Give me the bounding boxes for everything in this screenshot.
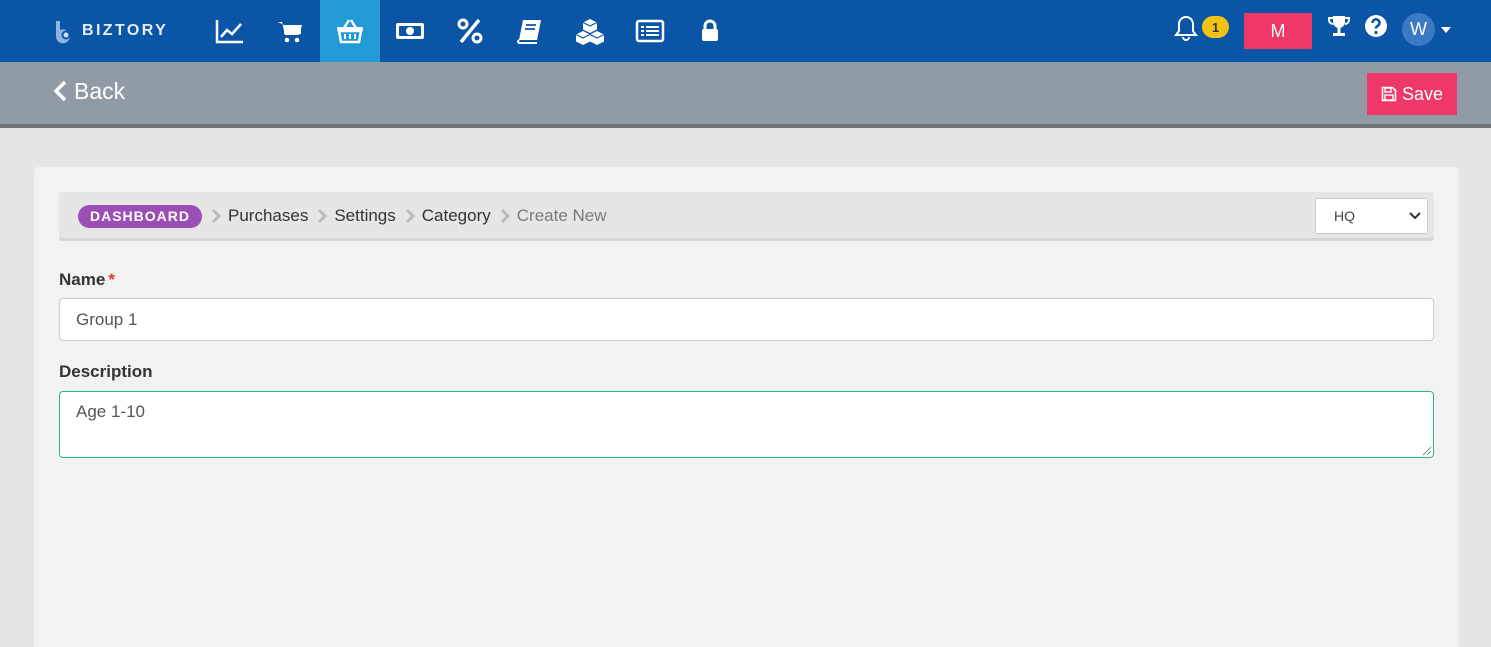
breadcrumb-current: Create New xyxy=(516,206,607,225)
action-bar-divider xyxy=(0,124,1491,128)
breadcrumb-category[interactable]: Category xyxy=(422,206,491,226)
resize-handle-icon[interactable] xyxy=(1422,446,1432,456)
notification-badge[interactable]: 1 xyxy=(1202,16,1229,38)
chevron-right-icon xyxy=(211,208,222,224)
nav-inventory[interactable] xyxy=(560,0,620,62)
nav-reports[interactable] xyxy=(620,0,680,62)
cart-icon xyxy=(278,22,302,43)
name-input[interactable]: Group 1 xyxy=(59,298,1434,341)
chevron-left-icon xyxy=(53,80,67,102)
lock-icon xyxy=(702,19,718,41)
list-icon xyxy=(635,19,665,43)
chevron-right-icon xyxy=(500,208,510,224)
chart-line-icon xyxy=(215,20,243,44)
brand-name: BIZTORY xyxy=(82,22,169,39)
help-icon[interactable] xyxy=(1364,14,1388,38)
nav-promotions[interactable] xyxy=(440,0,500,62)
action-bar xyxy=(0,62,1491,124)
branch-select-value: HQ xyxy=(1334,208,1355,224)
description-label: Description xyxy=(59,362,153,381)
name-label: Name * xyxy=(59,270,115,290)
basket-icon xyxy=(337,19,363,44)
m-button[interactable]: M xyxy=(1244,13,1312,49)
chevron-right-icon xyxy=(405,208,415,224)
chevron-right-icon xyxy=(318,208,328,224)
save-button[interactable]: Save xyxy=(1367,73,1457,115)
nav-finance[interactable] xyxy=(380,0,440,62)
trophy-icon[interactable] xyxy=(1326,14,1352,40)
breadcrumb-purchases[interactable]: Purchases xyxy=(228,206,308,226)
nav-cart[interactable] xyxy=(260,0,320,62)
biztory-logo-icon xyxy=(55,21,71,44)
breadcrumb-settings[interactable]: Settings xyxy=(334,206,395,226)
breadcrumb-dashboard[interactable]: DASHBOARD xyxy=(78,204,202,228)
money-icon xyxy=(396,23,424,39)
save-label: Save xyxy=(1401,83,1444,104)
caret-down-icon[interactable] xyxy=(1441,26,1451,34)
chevron-down-icon xyxy=(1409,212,1421,220)
back-label: Back xyxy=(74,77,126,104)
book-icon xyxy=(517,20,541,44)
percent-icon xyxy=(457,18,483,44)
main-nav xyxy=(200,0,740,62)
bell-icon[interactable] xyxy=(1172,14,1200,42)
name-label-text: Name xyxy=(59,270,106,289)
brand-logo[interactable]: BIZTORY xyxy=(52,17,168,45)
nav-security[interactable] xyxy=(680,0,740,62)
back-button[interactable]: Back xyxy=(52,76,125,106)
nav-purchases[interactable] xyxy=(320,0,380,62)
user-avatar[interactable]: W xyxy=(1402,13,1435,46)
required-mark: * xyxy=(108,270,115,289)
boxes-icon xyxy=(575,19,605,45)
floppy-disk-icon xyxy=(1381,86,1397,102)
nav-accounting[interactable] xyxy=(500,0,560,62)
description-textarea[interactable]: Age 1-10 xyxy=(59,391,1434,458)
breadcrumb: DASHBOARD Purchases Settings Category Cr… xyxy=(78,204,607,228)
nav-sales[interactable] xyxy=(200,0,260,62)
branch-select[interactable]: HQ xyxy=(1315,198,1428,234)
